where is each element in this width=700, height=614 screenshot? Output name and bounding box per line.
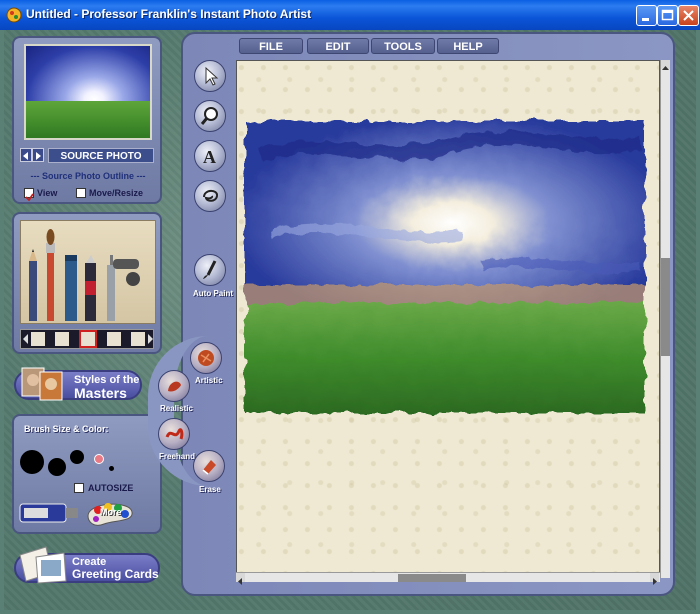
- marker-icon[interactable]: [85, 255, 96, 321]
- svg-text:A: A: [203, 147, 216, 167]
- move-resize-checkbox[interactable]: [76, 188, 86, 198]
- greeting-card-icon: [19, 546, 67, 584]
- menu-file[interactable]: FILE: [239, 38, 303, 54]
- scroll-right-arrow[interactable]: [650, 573, 659, 585]
- menu-bar: FILE EDIT TOOLS HELP: [237, 38, 667, 56]
- more-label: More: [100, 507, 122, 517]
- thumbnail-sky: [26, 46, 150, 105]
- source-photo-button[interactable]: SOURCE PHOTO: [48, 148, 154, 163]
- realistic-icon: [168, 381, 181, 392]
- brush-style-strip: [20, 329, 154, 349]
- styles-of-masters-button[interactable]: Styles of the Masters: [14, 367, 142, 401]
- freehand-mode-button[interactable]: [158, 418, 190, 450]
- strip-left-arrow-icon[interactable]: [22, 331, 30, 347]
- lasso-icon: [203, 189, 218, 202]
- paint-tube-icon[interactable]: [18, 500, 84, 526]
- crayon-icon[interactable]: [65, 255, 77, 321]
- left-scroll-arrow-icon: [238, 578, 242, 585]
- window-title: Untitled - Professor Franklin's Instant …: [26, 7, 312, 21]
- autosize-checkbox[interactable]: [74, 483, 84, 493]
- right-scroll-arrow-icon: [653, 578, 657, 585]
- realistic-label: Realistic: [160, 404, 193, 413]
- painting-image: [245, 121, 645, 413]
- menu-tools[interactable]: TOOLS: [371, 38, 435, 54]
- maximize-button[interactable]: [657, 5, 678, 26]
- next-photo-button[interactable]: [32, 148, 44, 162]
- airbrush-icon[interactable]: [107, 255, 140, 321]
- brush-size-l[interactable]: [48, 458, 66, 476]
- painting-canvas[interactable]: [236, 60, 660, 578]
- vertical-scrollbar[interactable]: [660, 60, 670, 578]
- brush-style-4[interactable]: [107, 332, 121, 346]
- realistic-mode-button[interactable]: [158, 370, 190, 402]
- masters-line2: Masters: [74, 385, 127, 401]
- minimize-button[interactable]: [636, 5, 657, 26]
- brush-size-m[interactable]: [70, 450, 84, 464]
- select-tool-button[interactable]: [194, 60, 226, 92]
- check-icon: [25, 193, 34, 202]
- app-window: Untitled - Professor Franklin's Instant …: [0, 0, 700, 614]
- vertical-scroll-thumb[interactable]: [661, 258, 670, 356]
- greeting-line2: Greeting Cards: [72, 567, 159, 581]
- text-tool-button[interactable]: A: [194, 140, 226, 172]
- brush-icon[interactable]: [46, 229, 55, 321]
- source-photo-bar: SOURCE PHOTO: [20, 148, 156, 164]
- brush-style-3[interactable]: [79, 330, 97, 348]
- up-arrow-icon: [662, 66, 669, 70]
- left-arrow-icon: [23, 152, 28, 160]
- pencil-icon[interactable]: [29, 249, 37, 321]
- source-outline-title: --- Source Photo Outline ---: [30, 171, 146, 181]
- move-resize-label: Move/Resize: [89, 188, 144, 198]
- horizontal-scroll-thumb[interactable]: [398, 574, 466, 582]
- view-checkbox[interactable]: [24, 188, 34, 202]
- artistic-label: Artistic: [195, 376, 223, 385]
- source-photo-thumbnail[interactable]: [24, 44, 152, 140]
- prev-photo-button[interactable]: [20, 148, 32, 162]
- magnifier-icon: [200, 107, 218, 125]
- menu-help[interactable]: HELP: [437, 38, 499, 54]
- view-label: View: [37, 188, 58, 198]
- brush-tray: [20, 220, 156, 324]
- brush-tools-icons: [29, 229, 140, 321]
- brush-style-5[interactable]: [131, 332, 145, 346]
- right-arrow-icon: [36, 152, 41, 160]
- close-icon: [683, 10, 694, 21]
- more-colors-button[interactable]: More: [84, 498, 136, 526]
- autosize-label: AUTOSIZE: [88, 483, 134, 493]
- shape-tool-button[interactable]: [194, 180, 226, 212]
- close-button[interactable]: [678, 5, 699, 26]
- freehand-icon: [165, 428, 184, 440]
- scroll-up-arrow[interactable]: [661, 60, 670, 70]
- maximize-icon: [661, 9, 674, 21]
- freehand-label: Freehand: [159, 452, 196, 461]
- minimize-icon: [642, 18, 649, 21]
- brush-style-1[interactable]: [31, 332, 45, 346]
- auto-paint-button[interactable]: [194, 254, 226, 286]
- title-bar[interactable]: Untitled - Professor Franklin's Instant …: [0, 0, 700, 30]
- zoom-tool-button[interactable]: [194, 100, 226, 132]
- auto-paint-brush-icon: [203, 260, 217, 279]
- scroll-left-arrow[interactable]: [236, 573, 245, 585]
- app-icon: [6, 7, 22, 23]
- artistic-mode-button[interactable]: [190, 342, 222, 374]
- brush-style-2[interactable]: [55, 332, 69, 346]
- greeting-cards-button[interactable]: Create Greeting Cards: [14, 546, 160, 584]
- erase-label: Erase: [199, 485, 221, 494]
- auto-paint-label: Auto Paint: [193, 289, 233, 298]
- arrow-pointer-icon: [205, 66, 219, 86]
- artistic-icon: [198, 350, 214, 366]
- masters-portrait-icon: [21, 367, 63, 401]
- brush-size-xs[interactable]: [109, 466, 114, 471]
- menu-edit[interactable]: EDIT: [307, 38, 369, 54]
- strip-right-arrow-icon[interactable]: [146, 331, 154, 347]
- erase-mode-button[interactable]: [193, 450, 225, 482]
- brush-size-color-title: Brush Size & Color:: [24, 424, 109, 434]
- horizontal-scrollbar[interactable]: [236, 572, 660, 585]
- brush-size-xl[interactable]: [20, 450, 44, 474]
- eraser-icon: [202, 460, 216, 475]
- thumbnail-grass: [26, 101, 150, 138]
- brush-size-s-selected[interactable]: [94, 454, 104, 464]
- text-icon: A: [203, 147, 216, 167]
